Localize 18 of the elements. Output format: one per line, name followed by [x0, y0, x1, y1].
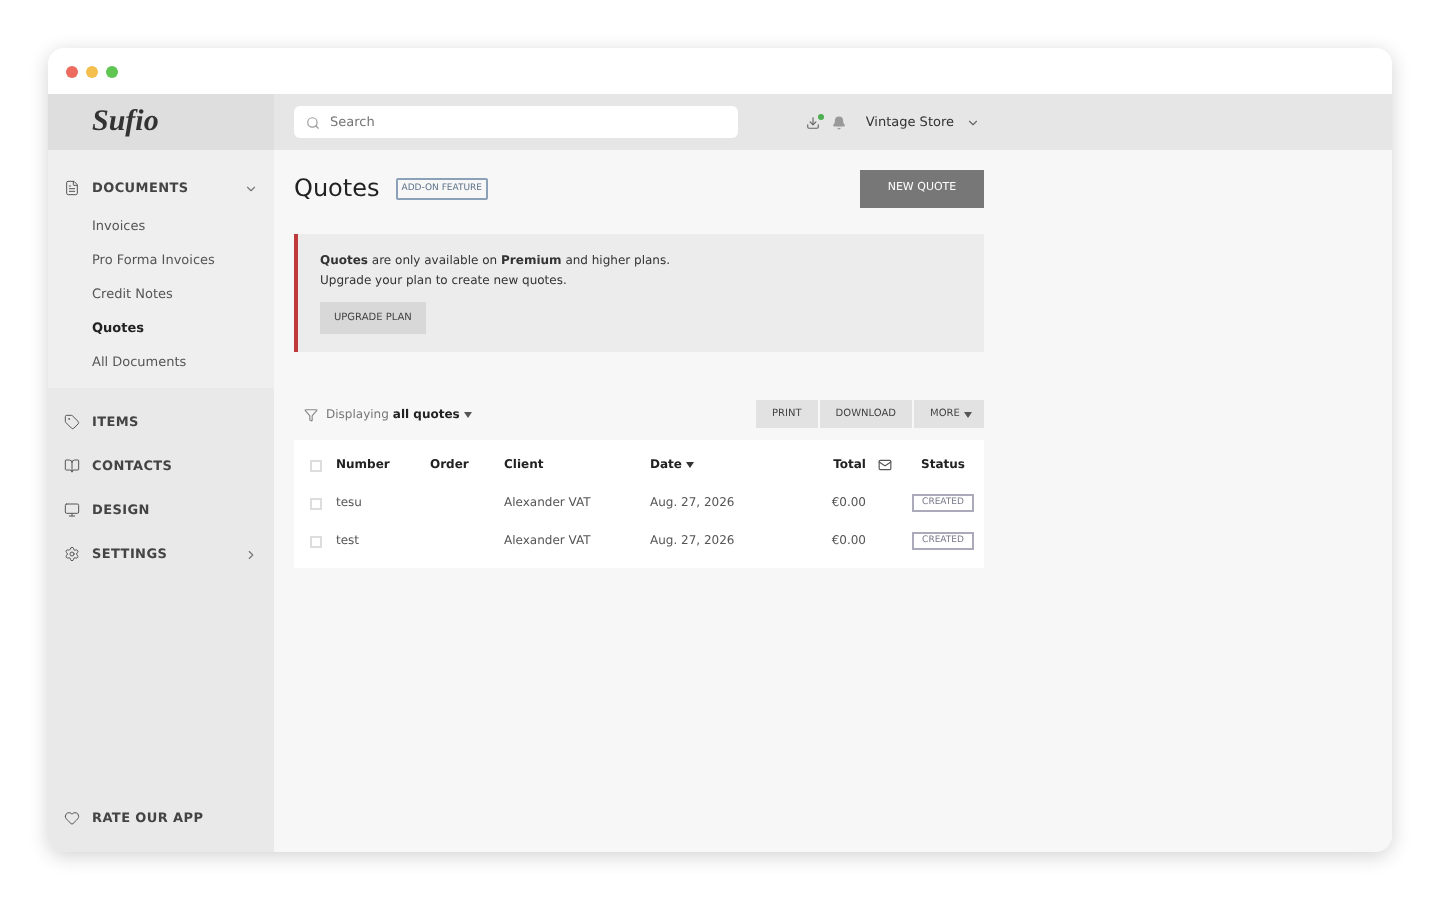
- heart-icon: [64, 810, 80, 826]
- caret-icon: [463, 411, 472, 417]
- row-checkbox[interactable]: [310, 535, 322, 547]
- tag-icon: [64, 414, 80, 430]
- monitor-icon: [64, 502, 80, 518]
- document-icon: [64, 180, 80, 196]
- book-icon: [64, 458, 80, 474]
- mail-icon: [877, 458, 891, 472]
- filter-icon: [304, 407, 318, 421]
- download-icon[interactable]: [805, 115, 820, 129]
- app-logo: Sufio: [92, 105, 159, 139]
- chevron-icon: [966, 115, 980, 129]
- page-title: Quotes: [294, 174, 380, 202]
- bell-icon[interactable]: [831, 115, 846, 129]
- select-all-checkbox[interactable]: [310, 459, 322, 471]
- row-checkbox[interactable]: [310, 497, 322, 509]
- settings-icon: [64, 546, 80, 562]
- search-icon: [306, 115, 320, 129]
